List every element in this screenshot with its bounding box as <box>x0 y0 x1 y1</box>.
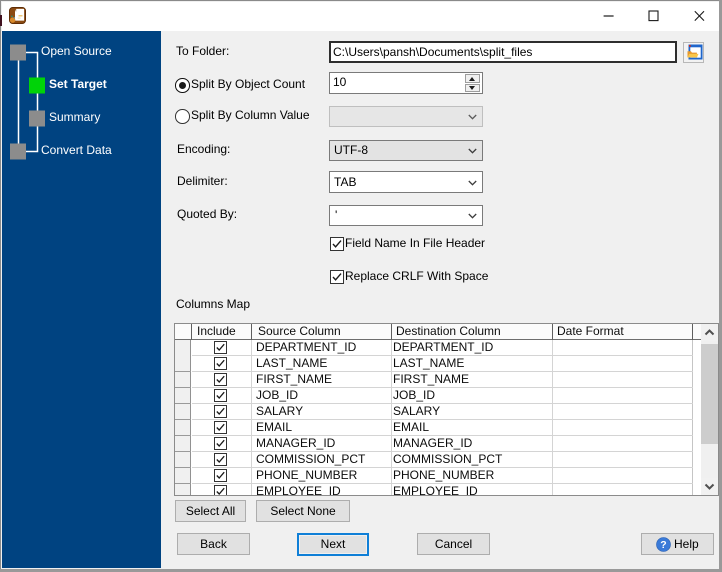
svg-text:?: ? <box>660 539 666 551</box>
